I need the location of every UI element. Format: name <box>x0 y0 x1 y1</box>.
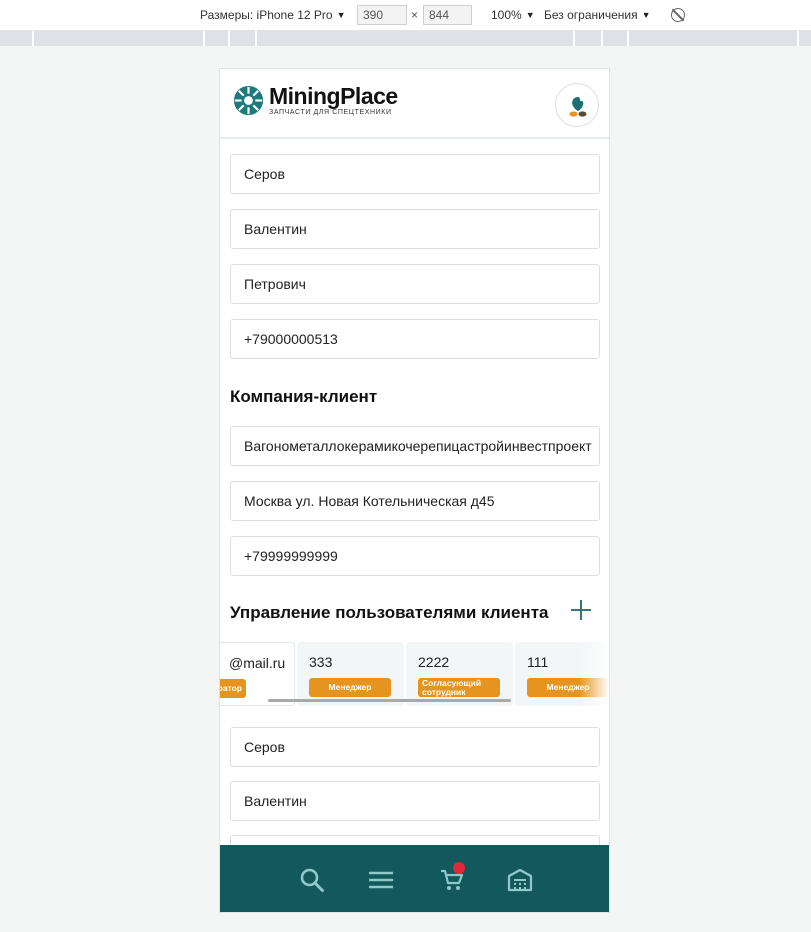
first-name-field[interactable]: Валентин <box>230 209 600 249</box>
devtools-toolbar: Размеры: iPhone 12 Pro ▼ 390 × 844 100% … <box>0 0 811 31</box>
cart-badge <box>453 862 465 874</box>
company-phone-field[interactable]: +79999999999 <box>230 536 600 576</box>
carousel-scrollbar[interactable] <box>268 699 511 702</box>
width-input[interactable]: 390 <box>357 5 407 25</box>
bottom-nav <box>220 845 609 912</box>
zoom-label: 100% <box>491 8 522 22</box>
user-card[interactable]: 333 Менеджер <box>297 642 404 706</box>
chevron-down-icon: ▼ <box>525 10 535 20</box>
first-name-field[interactable]: Валентин <box>230 781 600 821</box>
logo-icon <box>233 85 264 116</box>
warehouse-icon[interactable] <box>507 867 533 893</box>
user-cards-carousel[interactable]: @mail.ru истратор 333 Менеджер 2222 Согл… <box>220 642 609 706</box>
media-query-ruler <box>0 31 811 46</box>
zoom-selector[interactable]: 100% ▼ <box>491 8 535 22</box>
rotate-icon[interactable] <box>671 8 685 22</box>
phone-viewport: MiningPlace ЗАПЧАСТИ ДЛЯ СПЕЦТЕХНИКИ Сер… <box>219 68 610 913</box>
search-icon[interactable] <box>299 867 325 893</box>
throttle-selector[interactable]: Без ограничения ▼ <box>544 8 651 22</box>
company-name-field[interactable]: Вагонометаллокерамикочерепицастройинвест… <box>230 426 600 466</box>
device-selector[interactable]: Размеры: iPhone 12 Pro ▼ <box>200 8 346 22</box>
logo-subtitle: ЗАПЧАСТИ ДЛЯ СПЕЦТЕХНИКИ <box>269 109 392 116</box>
chevron-down-icon: ▼ <box>336 10 346 20</box>
company-address-field[interactable]: Москва ул. Новая Котельническая д45 <box>230 481 600 521</box>
user-card-email: 333 <box>309 654 333 670</box>
chevron-down-icon: ▼ <box>641 10 651 20</box>
throttle-label: Без ограничения <box>544 8 638 22</box>
role-badge: истратор <box>220 679 246 698</box>
cart-icon[interactable] <box>439 862 465 893</box>
menu-icon[interactable] <box>368 867 394 893</box>
carousel-fade <box>579 642 609 706</box>
role-badge: Согласующий сотрудник <box>418 678 500 697</box>
avatar[interactable] <box>555 83 599 127</box>
user-card-email: 2222 <box>418 654 450 670</box>
phone-field[interactable]: +79000000513 <box>230 319 600 359</box>
users-section-title: Управление пользователями клиента <box>230 603 549 622</box>
user-card[interactable]: @mail.ru истратор <box>220 642 295 706</box>
user-card-email: 111 <box>527 654 549 670</box>
times-sign: × <box>411 8 419 22</box>
user-card[interactable]: 2222 Согласующий сотрудник <box>406 642 513 706</box>
company-section-title: Компания-клиент <box>230 387 378 406</box>
device-label: Размеры: iPhone 12 Pro <box>200 8 333 22</box>
user-card-email: @mail.ru <box>229 655 286 671</box>
last-name-field[interactable]: Серов <box>230 727 600 767</box>
middle-name-field[interactable]: Петрович <box>230 264 600 304</box>
user-avatar-icon <box>569 97 587 117</box>
add-user-button[interactable] <box>569 598 593 622</box>
last-name-field[interactable]: Серов <box>230 154 600 194</box>
height-input[interactable]: 844 <box>423 5 472 25</box>
role-badge: Менеджер <box>309 678 391 697</box>
logo-title: MiningPlace <box>269 83 398 109</box>
logo[interactable]: MiningPlace ЗАПЧАСТИ ДЛЯ СПЕЦТЕХНИКИ <box>232 84 398 117</box>
app-header: MiningPlace ЗАПЧАСТИ ДЛЯ СПЕЦТЕХНИКИ <box>220 69 609 139</box>
